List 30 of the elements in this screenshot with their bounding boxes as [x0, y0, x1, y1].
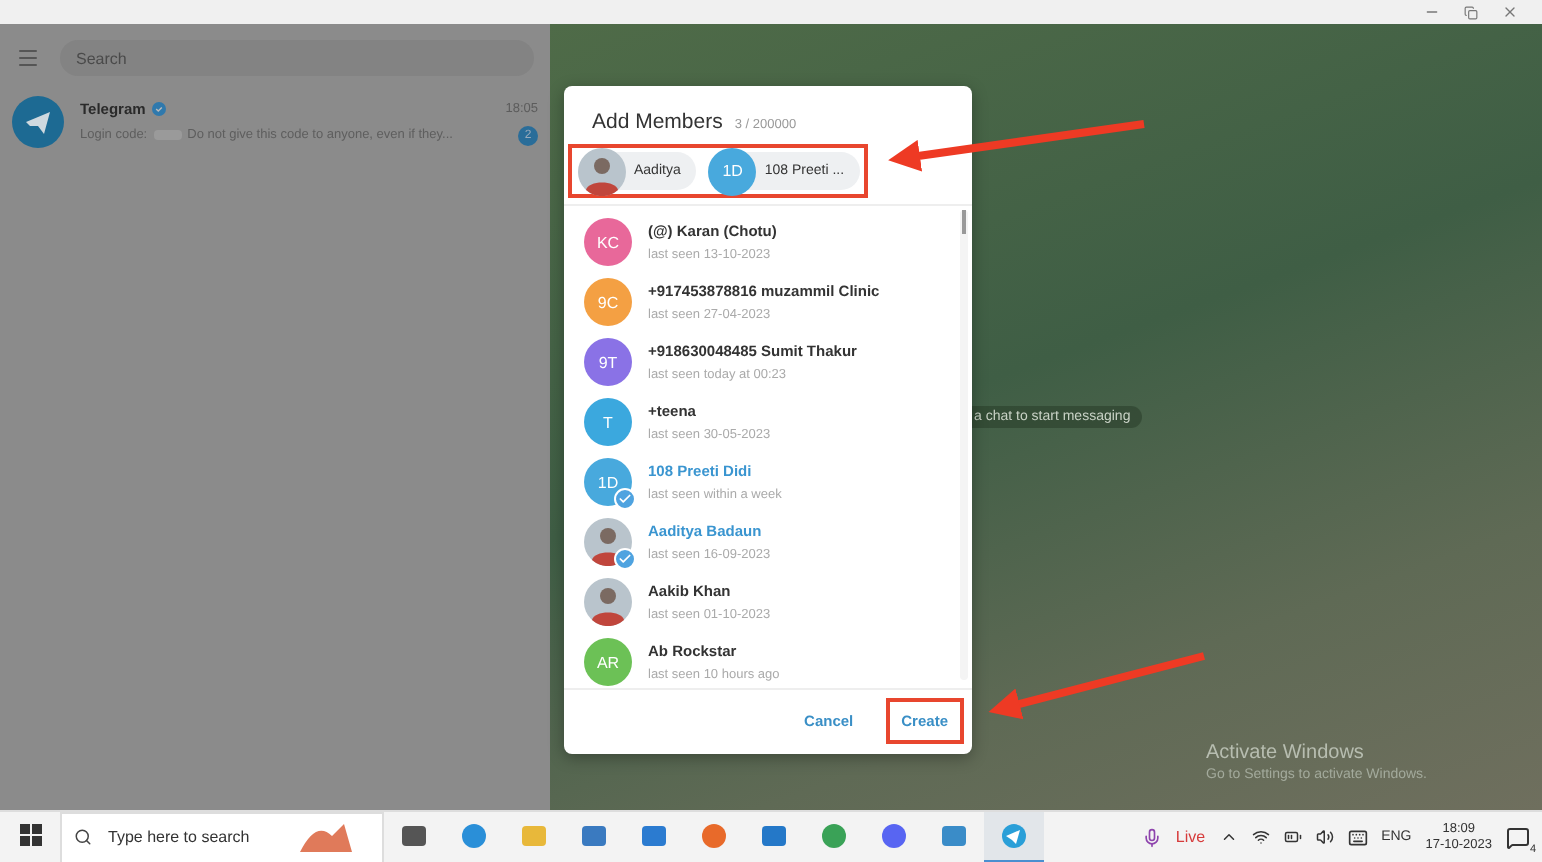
contact-avatar: T	[584, 398, 632, 446]
check-icon	[614, 548, 636, 570]
sticker-picture	[296, 819, 356, 855]
battery-icon[interactable]	[1283, 828, 1302, 846]
contact-avatar: KC	[584, 218, 632, 266]
paper-plane-avatar-icon	[12, 96, 64, 148]
telegram-icon[interactable]	[984, 811, 1044, 862]
chevron-up-icon[interactable]	[1219, 828, 1238, 846]
dialog-title: Add Members	[592, 110, 723, 134]
menu-icon[interactable]	[16, 46, 40, 70]
contact-avatar: 1D	[584, 458, 632, 506]
person-photo-icon	[584, 578, 632, 626]
close-icon[interactable]	[1502, 4, 1518, 20]
volume-icon[interactable]	[1315, 828, 1334, 846]
live-label[interactable]: Live	[1175, 828, 1206, 846]
network-icon[interactable]	[1251, 828, 1270, 846]
contact-avatar: 1D	[708, 147, 757, 195]
contact-avatar: AR	[584, 638, 632, 686]
contact-avatar: 9T	[584, 338, 632, 386]
search-icon[interactable]	[74, 828, 92, 846]
search-field[interactable]: Search	[60, 40, 534, 76]
microphone-icon[interactable]	[1141, 827, 1162, 847]
check-icon	[614, 488, 636, 510]
activation-title: Activate Windows	[1206, 742, 1366, 764]
keyboard-icon[interactable]	[1347, 827, 1368, 847]
contact-avatar: 9C	[584, 278, 632, 326]
restore-icon[interactable]	[1464, 5, 1478, 19]
notification-icon[interactable]	[1506, 825, 1530, 849]
taskbar-search-field[interactable]: Type here to search	[104, 826, 284, 848]
person-photo-icon	[578, 147, 626, 195]
